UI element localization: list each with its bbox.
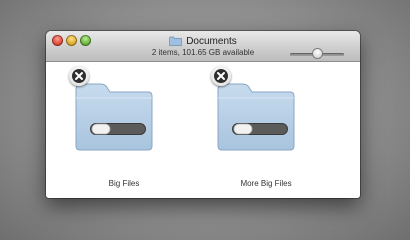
icon-size-slider[interactable]: [290, 49, 344, 58]
folder-item[interactable]: Big Files: [64, 66, 184, 196]
folder-icon: [169, 36, 183, 46]
finder-window: Documents 2 items, 101.65 GB available B…: [46, 31, 360, 198]
slider-thumb[interactable]: [313, 49, 322, 58]
folder-icon: [217, 83, 295, 151]
delete-icon[interactable]: [69, 66, 89, 86]
delete-icon[interactable]: [211, 66, 231, 86]
switch-toggle-icon: [90, 123, 146, 135]
window-title-group: Documents: [46, 34, 360, 48]
switch-toggle-icon: [232, 123, 288, 135]
folder-label: More Big Files: [240, 179, 292, 188]
window-toolbar[interactable]: Documents 2 items, 101.65 GB available: [46, 31, 360, 62]
folder-icon: [75, 83, 153, 151]
folder-item[interactable]: More Big Files: [206, 66, 326, 196]
window-title: Documents: [186, 35, 237, 47]
folder-label: Big Files: [108, 179, 140, 188]
window-content: Big Files More Big Files: [46, 62, 360, 198]
